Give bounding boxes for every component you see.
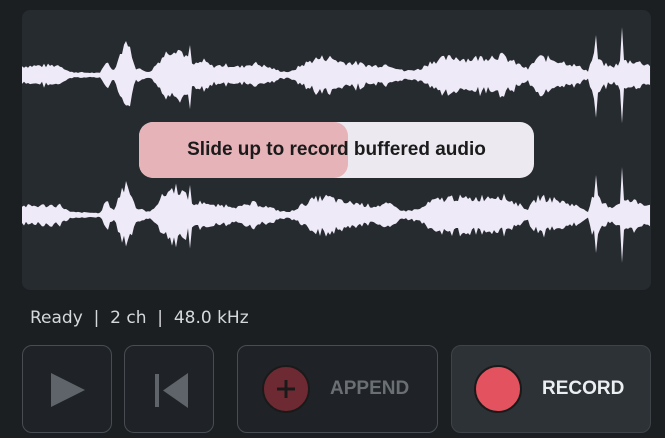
slider-hint-text: Slide up to record buffered audio (187, 139, 486, 160)
plus-circle-icon (262, 365, 310, 413)
record-button[interactable]: RECORD (451, 345, 651, 433)
recorder-app: Slide up to record buffered audio Ready … (0, 0, 665, 438)
status-channels: 2 ch (110, 308, 147, 328)
rewind-button[interactable] (124, 345, 214, 433)
waveform-panel[interactable]: Slide up to record buffered audio (22, 10, 651, 290)
waveform-channel-1 (22, 27, 650, 124)
play-button[interactable] (22, 345, 112, 433)
record-circle-icon (474, 365, 522, 413)
record-label: RECORD (542, 378, 625, 399)
play-icon (51, 373, 85, 407)
append-label: APPEND (330, 378, 410, 399)
record-buffer-slider[interactable]: Slide up to record buffered audio (139, 122, 534, 178)
append-button[interactable]: APPEND (237, 345, 438, 433)
status-bar: Ready | 2 ch | 48.0 kHz (30, 308, 249, 328)
waveform-channel-2 (22, 167, 650, 263)
skip-to-start-icon (155, 373, 188, 408)
status-state: Ready (30, 308, 83, 328)
status-sample-rate: 48.0 kHz (173, 308, 249, 328)
